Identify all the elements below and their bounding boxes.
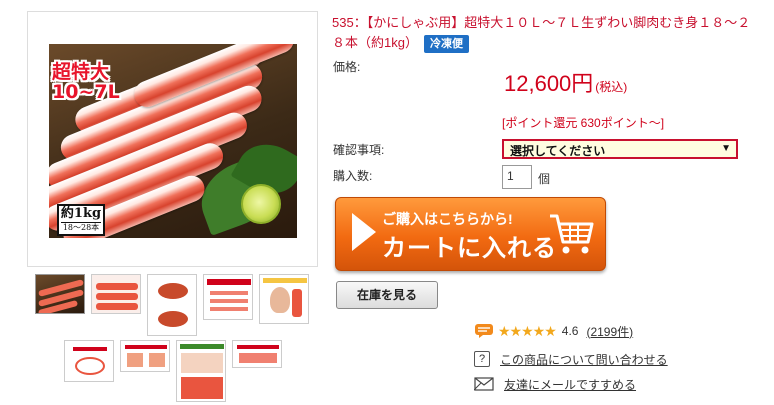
inquiry-row: ? この商品について問い合わせる [474, 350, 668, 368]
product-title-text: 535：【かにしゃぶ用】超特大１０Ｌ～７Ｌ生ずわい脚肉むき身１８～２８本（約1k… [332, 15, 751, 50]
cart-button-line2: カートに入れる [382, 235, 557, 262]
count-text: 18～28本 [61, 222, 101, 232]
thumbnail-9[interactable] [232, 340, 282, 368]
price-amount: 12,600円 [504, 71, 594, 96]
price-label: 価格: [333, 60, 361, 74]
play-arrow-icon [352, 213, 376, 251]
cart-button-line1: ご購入はこちらから! [382, 211, 513, 227]
price-tax: (税込) [595, 80, 628, 94]
quantity-label: 購入数: [333, 169, 373, 183]
email-row: 友達にメールですすめる [474, 375, 636, 393]
rating-value: 4.6 [561, 324, 579, 338]
main-product-image: 約1kg 18～28本 超特大 10~7L [27, 11, 318, 267]
weight-text: 約1kg [60, 206, 102, 221]
size-badge-line2: 10~7L [52, 81, 120, 103]
thumbnail-4[interactable] [203, 274, 253, 320]
thumbnail-6[interactable] [64, 340, 114, 382]
chat-bubble-icon [475, 324, 493, 338]
option-select[interactable]: 選択してください ▼ [502, 139, 738, 159]
check-stock-button[interactable]: 在庫を見る [336, 281, 438, 309]
envelope-icon [474, 377, 494, 391]
rating-stars: ★★★★★ [498, 322, 557, 339]
product-title: 535：【かにしゃぶ用】超特大１０Ｌ～７Ｌ生ずわい脚肉むき身１８～２８本（約1k… [332, 13, 762, 53]
confirm-label: 確認事項: [333, 143, 385, 157]
inquiry-link[interactable]: この商品について問い合わせる [500, 351, 668, 368]
thumbnail-2[interactable] [91, 274, 141, 314]
chevron-down-icon: ▼ [721, 143, 731, 154]
lime-slice [241, 184, 281, 224]
shipping-badge: 冷凍便 [423, 35, 469, 53]
question-icon: ? [474, 351, 490, 367]
review-row: ★★★★★ 4.6 (2199件) [474, 322, 633, 340]
cart-icon [550, 214, 594, 254]
thumbnail-8[interactable] [176, 340, 226, 402]
thumbnail-3[interactable] [147, 274, 197, 336]
thumbnail-7[interactable] [120, 340, 170, 372]
review-count-link[interactable]: (2199件) [586, 323, 633, 340]
quantity-input[interactable]: 1 [502, 165, 532, 189]
size-badge: 超特大 10~7L [52, 62, 120, 102]
thumbnail-5[interactable] [259, 274, 309, 324]
quantity-unit: 個 [538, 172, 551, 186]
add-to-cart-button[interactable]: ご購入はこちらから! カートに入れる [335, 197, 606, 271]
weight-label: 約1kg 18～28本 [57, 204, 105, 236]
size-badge-line1: 超特大 [52, 61, 110, 83]
email-friend-link[interactable]: 友達にメールですすめる [504, 376, 636, 393]
option-select-value: 選択してください [510, 144, 606, 158]
thumbnail-1[interactable] [35, 274, 85, 314]
points-text: [ポイント還元 630ポイント～] [502, 116, 665, 130]
price: 12,600円 (税込) [504, 66, 627, 98]
